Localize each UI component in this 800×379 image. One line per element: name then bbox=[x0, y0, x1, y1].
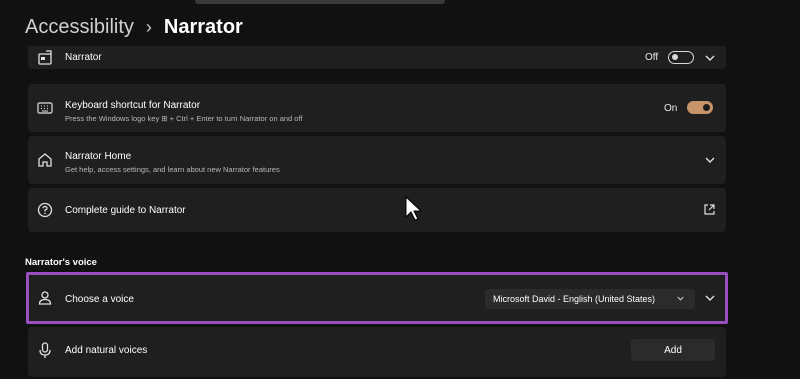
add-voices-button[interactable]: Add bbox=[631, 339, 715, 361]
keyboard-shortcut-row: Keyboard shortcut for Narrator Press the… bbox=[28, 84, 726, 132]
narrators-voice-heading: Narrator's voice bbox=[25, 257, 97, 268]
microphone-icon bbox=[36, 342, 54, 360]
chevron-down-icon[interactable] bbox=[704, 154, 716, 166]
narrator-home-title: Narrator Home bbox=[65, 151, 132, 162]
breadcrumb: Accessibility › Narrator bbox=[25, 12, 243, 42]
narrator-guide-title: Complete guide to Narrator bbox=[65, 205, 186, 216]
keyboard-shortcut-status: On bbox=[664, 103, 678, 114]
narrator-title: Narrator bbox=[65, 52, 102, 63]
narrator-toggle[interactable] bbox=[668, 51, 694, 64]
keyboard-shortcut-subtitle: Press the Windows logo key ⊞ + Ctrl + En… bbox=[65, 114, 303, 123]
add-natural-voices-title: Add natural voices bbox=[65, 345, 148, 356]
breadcrumb-accessibility[interactable]: Accessibility bbox=[25, 16, 134, 39]
mouse-cursor-icon bbox=[404, 195, 426, 227]
keyboard-shortcut-title: Keyboard shortcut for Narrator bbox=[65, 100, 201, 111]
chevron-down-icon[interactable] bbox=[704, 52, 716, 64]
breadcrumb-separator: › bbox=[145, 16, 152, 37]
page-title: Narrator bbox=[163, 15, 243, 38]
narrator-home-subtitle: Get help, access settings, and learn abo… bbox=[65, 165, 280, 174]
window-edge bbox=[195, 0, 445, 4]
keyboard-icon bbox=[36, 99, 54, 117]
add-natural-voices-row: Add natural voices bbox=[28, 327, 726, 377]
narrator-home-row[interactable]: Narrator Home Get help, access settings,… bbox=[28, 136, 726, 184]
highlight-box bbox=[26, 272, 728, 324]
narrator-row[interactable]: Narrator Off bbox=[28, 46, 726, 69]
narrator-status: Off bbox=[645, 52, 659, 63]
help-icon bbox=[36, 201, 54, 219]
narrator-guide-row[interactable]: Complete guide to Narrator bbox=[28, 188, 726, 232]
narrator-icon bbox=[36, 49, 54, 67]
keyboard-shortcut-toggle[interactable] bbox=[687, 101, 713, 114]
home-icon bbox=[36, 151, 54, 169]
external-link-icon[interactable] bbox=[704, 204, 715, 215]
